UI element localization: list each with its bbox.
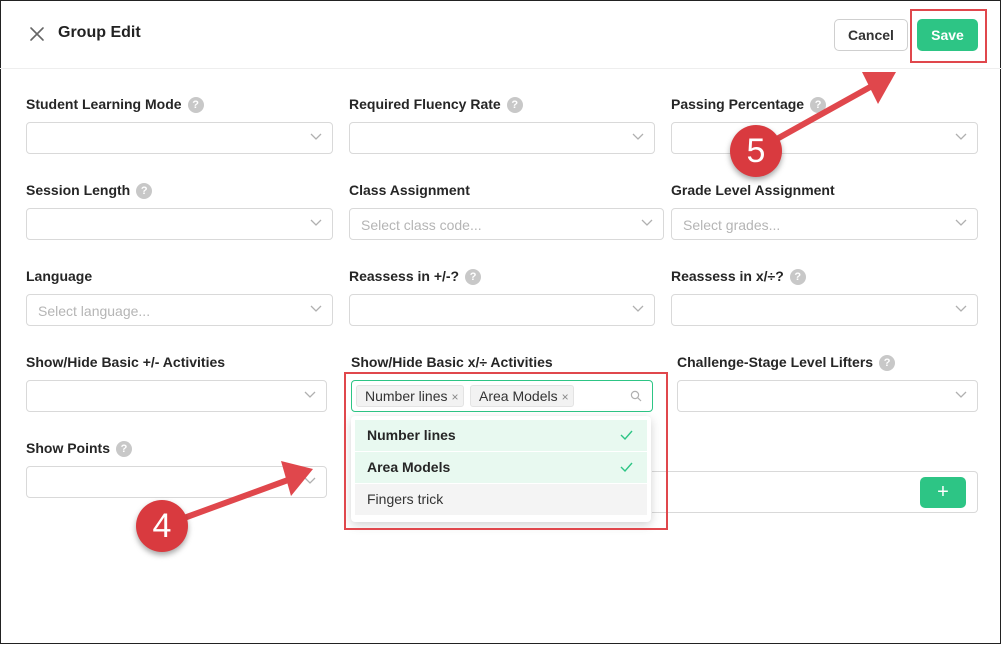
step-5-badge: 5: [730, 125, 782, 177]
step-4-badge: 4: [136, 500, 188, 552]
